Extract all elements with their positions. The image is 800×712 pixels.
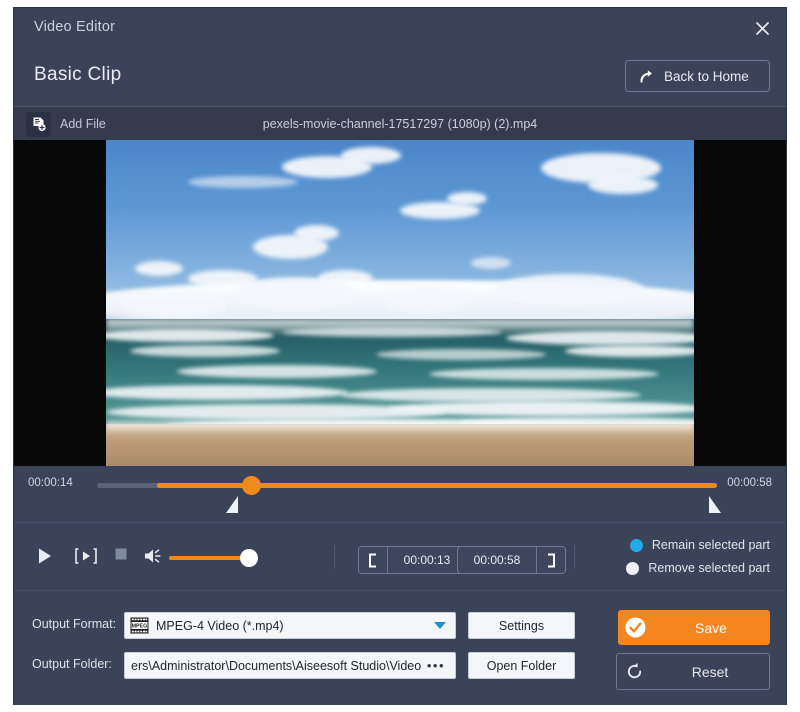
trim-handle-right[interactable] bbox=[709, 496, 721, 513]
video-editor-window: Video Editor Basic Clip Back to Home pex… bbox=[14, 8, 786, 705]
output-folder-label: Output Folder: bbox=[32, 657, 112, 671]
playback-controls: 00:00:13 00:00:58 Remain selected part R… bbox=[14, 522, 786, 591]
volume-button[interactable] bbox=[143, 547, 165, 565]
bracket-right-icon bbox=[548, 553, 555, 567]
option-remove-selected-part[interactable]: Remove selected part bbox=[626, 561, 770, 575]
timeline-end-time: 00:00:58 bbox=[727, 477, 772, 489]
add-file-label: Add File bbox=[60, 117, 106, 131]
open-folder-label: Open Folder bbox=[486, 658, 557, 673]
check-circle-icon bbox=[618, 617, 652, 638]
trim-in-group: 00:00:13 bbox=[358, 546, 467, 574]
timeline-selection-fill[interactable] bbox=[157, 483, 717, 488]
trim-out-time-field[interactable]: 00:00:58 bbox=[457, 546, 536, 574]
radio-remove-selected[interactable] bbox=[626, 561, 640, 575]
option-remove-label: Remove selected part bbox=[648, 561, 770, 575]
sub-header: Basic Clip Back to Home bbox=[14, 48, 786, 106]
current-filename: pexels-movie-channel-17517297 (1080p) (2… bbox=[262, 117, 538, 131]
video-stage bbox=[14, 140, 786, 466]
window-title: Video Editor bbox=[34, 19, 116, 35]
redo-arrow-icon bbox=[640, 69, 652, 83]
add-file-icon bbox=[26, 111, 51, 137]
back-to-home-button[interactable]: Back to Home bbox=[625, 60, 770, 92]
set-trim-out-button[interactable] bbox=[536, 546, 566, 574]
title-bar: Video Editor bbox=[14, 8, 786, 48]
output-folder-field[interactable]: ers\Administrator\Documents\Aiseesoft St… bbox=[124, 652, 456, 679]
settings-label: Settings bbox=[498, 618, 545, 633]
output-panel: Output Format: MPEG MPEG-4 Video (*.mp4)… bbox=[14, 590, 786, 705]
volume-icon bbox=[145, 549, 161, 563]
chevron-down-icon[interactable] bbox=[434, 622, 446, 629]
back-to-home-label: Back to Home bbox=[664, 68, 749, 84]
volume-slider-knob[interactable] bbox=[240, 549, 258, 567]
output-folder-value: ers\Administrator\Documents\Aiseesoft St… bbox=[131, 658, 422, 673]
output-format-value: MPEG-4 Video (*.mp4) bbox=[156, 618, 284, 633]
page-title: Basic Clip bbox=[34, 64, 122, 85]
file-bar: pexels-movie-channel-17517297 (1080p) (2… bbox=[14, 106, 786, 141]
bracket-left-icon bbox=[369, 553, 376, 567]
timeline-playhead-knob[interactable] bbox=[242, 476, 261, 495]
trim-out-group: 00:00:58 bbox=[457, 546, 566, 574]
close-button[interactable] bbox=[747, 14, 777, 42]
settings-button[interactable]: Settings bbox=[468, 612, 575, 639]
open-folder-button[interactable]: Open Folder bbox=[468, 652, 575, 679]
svg-text:MPEG: MPEG bbox=[132, 624, 148, 630]
option-remain-selected-part[interactable]: Remain selected part bbox=[629, 538, 770, 552]
stop-button[interactable] bbox=[114, 547, 128, 561]
stop-icon bbox=[115, 548, 127, 560]
reset-arrow-icon bbox=[617, 662, 651, 681]
save-label: Save bbox=[695, 619, 727, 636]
mpeg-film-icon: MPEG bbox=[130, 617, 149, 634]
ellipsis-icon[interactable]: ••• bbox=[427, 658, 445, 673]
trim-in-time-field[interactable]: 00:00:13 bbox=[388, 546, 467, 574]
step-frame-button[interactable] bbox=[74, 547, 98, 565]
timeline: 00:00:14 00:00:58 bbox=[14, 466, 786, 522]
output-format-select[interactable]: MPEG MPEG-4 Video (*.mp4) bbox=[124, 612, 456, 639]
output-format-label: Output Format: bbox=[32, 617, 117, 631]
timeline-start-time: 00:00:14 bbox=[28, 477, 73, 489]
option-remain-label: Remain selected part bbox=[651, 538, 770, 552]
controls-divider-left bbox=[334, 545, 335, 569]
radio-remain-selected[interactable] bbox=[629, 538, 643, 552]
reset-button[interactable]: Reset bbox=[616, 653, 770, 690]
play-button[interactable] bbox=[36, 547, 53, 565]
trim-handle-left[interactable] bbox=[226, 496, 238, 513]
reset-label: Reset bbox=[691, 663, 729, 680]
save-button[interactable]: Save bbox=[618, 610, 770, 645]
volume-slider-track[interactable] bbox=[169, 556, 249, 560]
play-icon bbox=[39, 548, 51, 564]
set-trim-in-button[interactable] bbox=[358, 546, 388, 574]
close-icon bbox=[755, 21, 769, 35]
video-preview[interactable] bbox=[106, 140, 694, 466]
step-frame-icon bbox=[75, 548, 97, 564]
controls-divider-right bbox=[574, 545, 575, 569]
add-file-button[interactable]: Add File bbox=[26, 111, 106, 137]
